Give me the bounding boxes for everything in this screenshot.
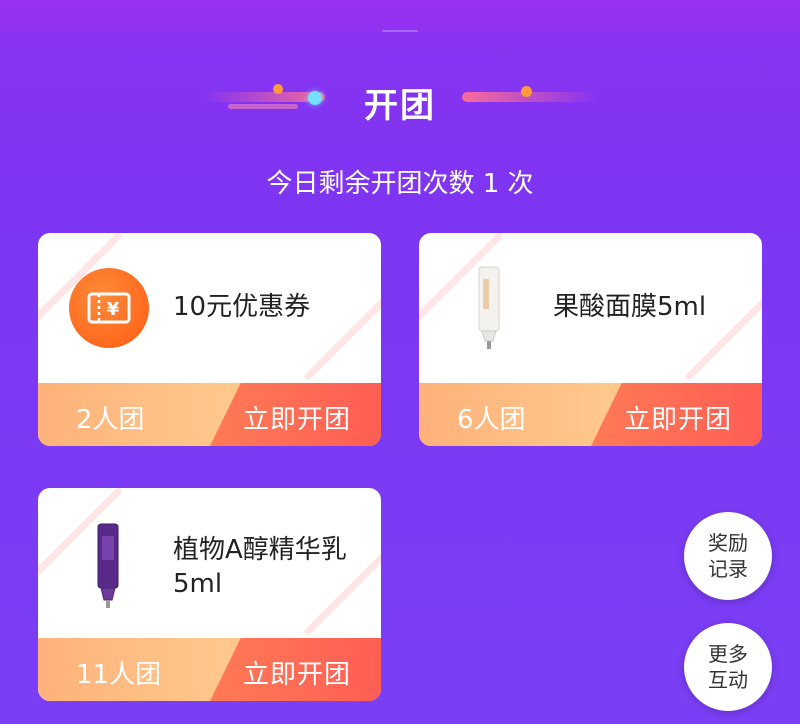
group-card-serum[interactable]: 植物A醇精华乳5ml 11人团 立即开团 [38, 488, 381, 701]
card-footer: 2人团 立即开团 [38, 383, 381, 446]
remaining-count-text: 今日剩余开团次数 1 次 [266, 169, 534, 199]
coupon-icon: ¥ [69, 268, 149, 348]
svg-text:¥: ¥ [107, 299, 120, 320]
group-size-label: 11人团 [76, 660, 162, 690]
card-footer: 6人团 立即开团 [419, 383, 762, 446]
card-body: 植物A醇精华乳5ml [38, 488, 381, 638]
more-interaction-button[interactable]: 更多互动 [684, 623, 772, 711]
group-size-label: 6人团 [457, 405, 526, 435]
page-title: 开团 [364, 86, 436, 126]
rewards-record-button[interactable]: 奖励记录 [684, 512, 772, 600]
tube-purple-icon [96, 522, 120, 614]
group-size-label: 2人团 [76, 405, 145, 435]
card-item-name: 植物A醇精华乳5ml [173, 535, 347, 599]
card-body: 果酸面膜5ml [419, 233, 762, 383]
top-fade [0, 0, 800, 40]
drag-handle [382, 30, 418, 32]
open-group-button[interactable]: 立即开团 [243, 654, 351, 691]
card-item-name: 10元优惠券 [173, 292, 311, 322]
rewards-record-label: 奖励记录 [708, 531, 748, 581]
group-card-mask[interactable]: 果酸面膜5ml 6人团 立即开团 [419, 233, 762, 446]
tube-white-icon [477, 265, 501, 355]
open-group-button[interactable]: 立即开团 [243, 399, 351, 436]
open-group-button[interactable]: 立即开团 [624, 399, 732, 436]
card-footer: 11人团 立即开团 [38, 638, 381, 701]
card-body: ¥ 10元优惠券 [38, 233, 381, 383]
group-card-coupon[interactable]: ¥ 10元优惠券 2人团 立即开团 [38, 233, 381, 446]
card-item-name: 果酸面膜5ml [553, 292, 707, 322]
more-interaction-label: 更多互动 [708, 642, 748, 692]
